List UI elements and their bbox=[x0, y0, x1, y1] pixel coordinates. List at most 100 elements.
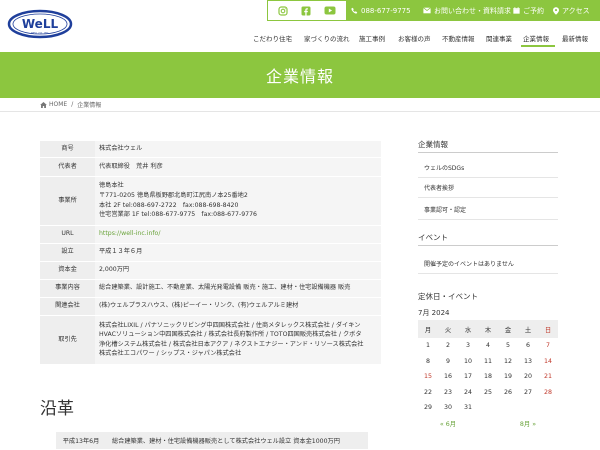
calendar-day: 31 bbox=[463, 404, 472, 412]
table-row: 取引先 株式会社LIXIL / パナソニックリビング中四国株式会社 / 住商メタ… bbox=[40, 314, 381, 365]
calendar-day: 3 bbox=[465, 342, 470, 350]
calendar-day: 25 bbox=[483, 388, 492, 396]
contact-link[interactable]: お問い合わせ・資料請求 bbox=[423, 0, 511, 21]
access-label: アクセス bbox=[562, 6, 590, 15]
weekday-fri: 金 bbox=[498, 320, 518, 338]
phone-link[interactable]: 088-677-9775 bbox=[351, 0, 411, 21]
calendar-day: 9 bbox=[445, 357, 450, 365]
row-key: 資本金 bbox=[40, 260, 95, 280]
calendar-day: 20 bbox=[523, 373, 532, 381]
facebook-icon[interactable] bbox=[301, 6, 311, 16]
row-key: 商号 bbox=[40, 140, 95, 158]
address-line: 本社 2F tel:088-697-2722 fax:088-698-8420 bbox=[99, 201, 239, 209]
phone-number: 088-677-9775 bbox=[361, 6, 411, 15]
nav-flow[interactable]: 家づくりの流れ bbox=[304, 33, 350, 43]
partner-line: HVACソリューション中四国株式会社 / 株式会社長府製作所 / TOTO四国販… bbox=[99, 331, 362, 339]
calendar-day-holiday: 7 bbox=[545, 342, 550, 350]
breadcrumb: HOME / 企業情報 bbox=[0, 98, 600, 112]
website-link[interactable]: https://well-inc.info/ bbox=[99, 230, 160, 237]
sidebar-link-sdgs[interactable]: ウェルのSDGs bbox=[424, 163, 464, 172]
calendar-nav-row: « 6月 8月 » bbox=[418, 416, 558, 431]
weekday-sun: 日 bbox=[538, 320, 558, 338]
calendar-day: 11 bbox=[483, 357, 492, 365]
weekday-sat: 土 bbox=[518, 320, 538, 338]
row-value: 徳島本社 〒771-0205 徳島県板野郡北島町江尻南ノ本25番地2 本社 2F… bbox=[95, 175, 381, 226]
nav-kodawari[interactable]: こだわり住宅 bbox=[253, 33, 292, 43]
page-title: 企業情報 bbox=[265, 67, 334, 86]
row-value: https://well-inc.info/ bbox=[95, 224, 381, 244]
calendar-day bbox=[478, 400, 498, 416]
youtube-icon[interactable] bbox=[324, 6, 336, 15]
sidebar-event-title: イベント bbox=[418, 233, 448, 242]
calendar-day: 30 bbox=[443, 404, 452, 412]
weekday-mon: 月 bbox=[418, 320, 438, 338]
breadcrumb-home[interactable]: HOME bbox=[49, 101, 67, 108]
calendar-week: 15 16 17 18 19 20 21 bbox=[418, 369, 558, 385]
table-row: 事業所 徳島本社 〒771-0205 徳島県板野郡北島町江尻南ノ本25番地2 本… bbox=[40, 175, 381, 226]
divider bbox=[418, 197, 558, 198]
calendar-day: 10 bbox=[463, 357, 472, 365]
calendar-day: 13 bbox=[523, 357, 532, 365]
event-empty-text: 開催予定のイベントはありません bbox=[424, 261, 514, 268]
row-value: 平成１３年６月 bbox=[95, 242, 381, 262]
map-pin-icon bbox=[553, 6, 559, 15]
history-text: 総合建築業、建材・住宅設備機器販売として株式会社ウェル設立 資本金1000万円 bbox=[106, 432, 368, 449]
partner-line: 浄化槽システム株式会社 / 株式会社日本アクア / ネクストエナジー・アンド・リ… bbox=[99, 340, 364, 348]
calendar-day: 17 bbox=[463, 373, 472, 381]
partner-line: 株式会社エコパワー / シップス・ジャパン株式会社 bbox=[99, 350, 242, 358]
mail-icon bbox=[423, 7, 431, 14]
calendar-day: 8 bbox=[425, 357, 430, 365]
calendar-day: 16 bbox=[443, 373, 452, 381]
table-row: 資本金 2,000万円 bbox=[40, 260, 381, 280]
reserve-link[interactable]: ご予約 bbox=[513, 0, 544, 21]
sidebar-company-title: 企業情報 bbox=[418, 140, 448, 149]
nav-realestate[interactable]: 不動産情報 bbox=[442, 33, 475, 43]
history-title: 沿革 bbox=[40, 399, 74, 419]
company-logo[interactable]: WeLL WELL CO.,LTD. bbox=[7, 9, 73, 39]
table-row: 設立 平成１３年６月 bbox=[40, 242, 381, 262]
divider bbox=[418, 245, 558, 246]
calendar-day: 4 bbox=[485, 342, 490, 350]
home-icon bbox=[40, 101, 47, 108]
calendar-weekday-row: 月 火 水 木 金 土 日 bbox=[418, 320, 558, 338]
calendar-nav-spacer bbox=[478, 416, 498, 431]
calendar-day: 23 bbox=[443, 388, 452, 396]
calendar-day-holiday: 15 bbox=[423, 373, 432, 381]
calendar-day: 26 bbox=[503, 388, 512, 396]
row-key: 代表者 bbox=[40, 156, 95, 177]
calendar-prev-month[interactable]: « 6月 bbox=[418, 416, 478, 431]
row-key: 事業所 bbox=[40, 175, 95, 226]
row-key: 事業内容 bbox=[40, 278, 95, 298]
instagram-icon[interactable] bbox=[278, 5, 288, 16]
calendar-week: 22 23 24 25 26 27 28 bbox=[418, 385, 558, 401]
calendar-next-month[interactable]: 8月 » bbox=[498, 416, 558, 431]
nav-works[interactable]: 施工事例 bbox=[359, 33, 385, 43]
sidebar-link-greeting[interactable]: 代表者挨拶 bbox=[424, 183, 454, 192]
sidebar-link-license[interactable]: 事業認可・認定 bbox=[424, 205, 466, 214]
calendar-day: 12 bbox=[503, 357, 512, 365]
svg-text:WELL CO.,LTD.: WELL CO.,LTD. bbox=[31, 31, 49, 35]
table-row: 商号 株式会社ウェル bbox=[40, 140, 381, 158]
calendar-day: 29 bbox=[423, 404, 432, 412]
site-header: WeLL WELL CO.,LTD. 088-677-9775 お問い合わせ・資… bbox=[0, 0, 600, 52]
sidebar-calendar-title: 定休日・イベント bbox=[418, 292, 478, 301]
access-link[interactable]: アクセス bbox=[553, 0, 590, 21]
nav-related[interactable]: 関連事業 bbox=[486, 33, 512, 43]
top-contact-bar: 088-677-9775 お問い合わせ・資料請求 ご予約 アクセス bbox=[267, 0, 600, 21]
address-line: 住宅営業部 1F tel:088-677-9775 fax:088-677-97… bbox=[99, 211, 257, 219]
history-date: 平成13年6月 bbox=[56, 432, 106, 449]
weekday-wed: 水 bbox=[458, 320, 478, 338]
row-value: (株)ウェルプラスハウス、(株)ピーイー・リンク、(有)ウェルアルミ建材 bbox=[95, 296, 381, 316]
calendar-day: 2 bbox=[445, 342, 450, 350]
phone-icon bbox=[351, 7, 358, 14]
row-key: URL bbox=[40, 224, 95, 244]
row-key: 取引先 bbox=[40, 314, 95, 365]
calendar: 月 火 水 木 金 土 日 1 2 3 4 5 6 7 8 9 10 11 12… bbox=[418, 320, 558, 431]
nav-voice[interactable]: お客様の声 bbox=[398, 33, 431, 43]
nav-company[interactable]: 企業情報 bbox=[523, 33, 549, 43]
history-table: 平成13年6月 総合建築業、建材・住宅設備機器販売として株式会社ウェル設立 資本… bbox=[56, 432, 368, 449]
row-value: 株式会社LIXIL / パナソニックリビング中四国株式会社 / 住商メタレックス… bbox=[95, 314, 381, 365]
nav-news[interactable]: 最新情報 bbox=[562, 33, 588, 43]
breadcrumb-current: 企業情報 bbox=[77, 102, 102, 109]
row-value: 2,000万円 bbox=[95, 260, 381, 280]
